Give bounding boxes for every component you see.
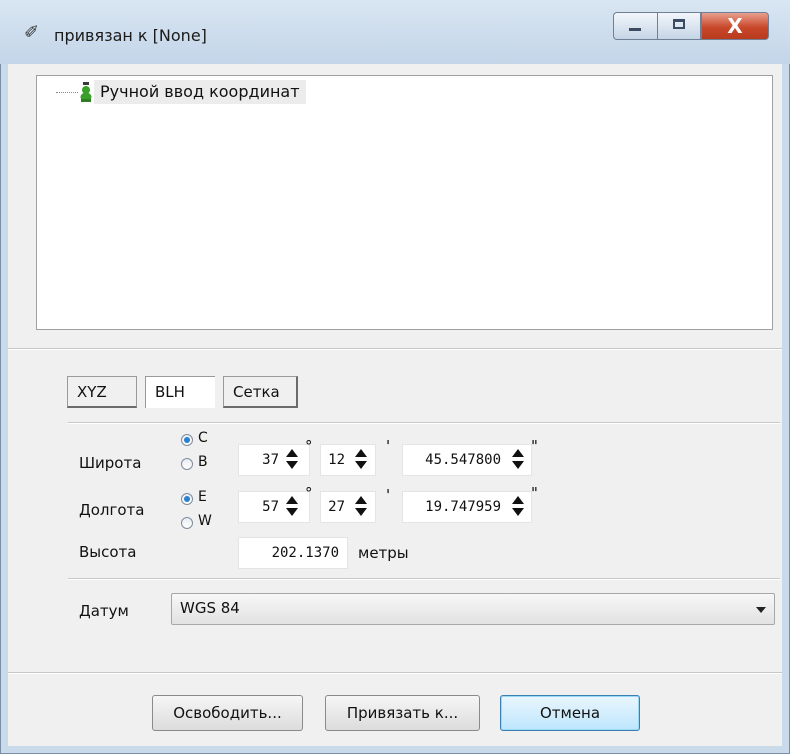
longitude-degrees-spin[interactable] xyxy=(286,496,300,518)
longitude-east-radio[interactable] xyxy=(181,493,193,505)
tree-connector xyxy=(56,92,78,94)
longitude-west-label: W xyxy=(198,513,212,529)
tab-grid[interactable]: Сетка xyxy=(223,376,298,408)
cancel-button[interactable]: Отмена xyxy=(500,695,640,731)
altitude-unit: метры xyxy=(358,544,409,562)
latitude-degrees-spin[interactable] xyxy=(286,449,300,471)
latitude-seconds-spin[interactable] xyxy=(512,449,526,471)
datum-select[interactable] xyxy=(171,593,775,625)
divider xyxy=(8,672,782,674)
close-icon: X xyxy=(727,14,743,38)
degree-symbol: ° xyxy=(305,437,313,455)
minimize-button[interactable] xyxy=(613,12,657,40)
longitude-west-radio[interactable] xyxy=(181,517,193,529)
tab-xyz[interactable]: XYZ xyxy=(67,376,137,408)
divider xyxy=(8,348,782,350)
green-marker-icon xyxy=(80,82,92,102)
latitude-north-radio[interactable] xyxy=(181,434,193,446)
second-symbol: " xyxy=(531,484,538,502)
latitude-north-label: C xyxy=(198,430,208,446)
longitude-minutes-spin[interactable] xyxy=(355,496,369,518)
altitude-label: Высота xyxy=(79,543,137,561)
latitude-minutes-spin[interactable] xyxy=(355,449,369,471)
divider xyxy=(68,578,780,580)
minimize-icon xyxy=(629,28,641,31)
chevron-down-icon xyxy=(756,607,766,613)
altitude-input[interactable]: 202.1370 xyxy=(238,537,348,569)
tab-panel-divider xyxy=(68,422,780,424)
longitude-east-label: E xyxy=(198,489,207,505)
map-pin-icon: ✐ xyxy=(24,22,40,43)
source-tree[interactable] xyxy=(36,75,773,330)
degree-symbol: ° xyxy=(305,484,313,502)
latitude-south-label: B xyxy=(198,454,208,470)
minute-symbol: ' xyxy=(386,486,391,504)
latitude-south-radio[interactable] xyxy=(181,458,193,470)
longitude-label: Долгота xyxy=(79,501,145,519)
tab-blh[interactable]: BLH xyxy=(145,376,215,408)
maximize-icon xyxy=(673,19,685,29)
window-title: привязан к [None] xyxy=(54,26,207,45)
release-button[interactable]: Освободить... xyxy=(152,695,303,731)
latitude-label: Широта xyxy=(79,454,142,472)
longitude-seconds-spin[interactable] xyxy=(512,496,526,518)
minute-symbol: ' xyxy=(386,437,391,455)
datum-label: Датум xyxy=(79,602,129,620)
datum-selected-value: WGS 84 xyxy=(180,599,240,617)
tree-item-manual-input[interactable]: Ручной ввод координат xyxy=(94,80,306,104)
bind-to-button[interactable]: Привязать к... xyxy=(325,695,480,731)
second-symbol: " xyxy=(531,437,538,455)
